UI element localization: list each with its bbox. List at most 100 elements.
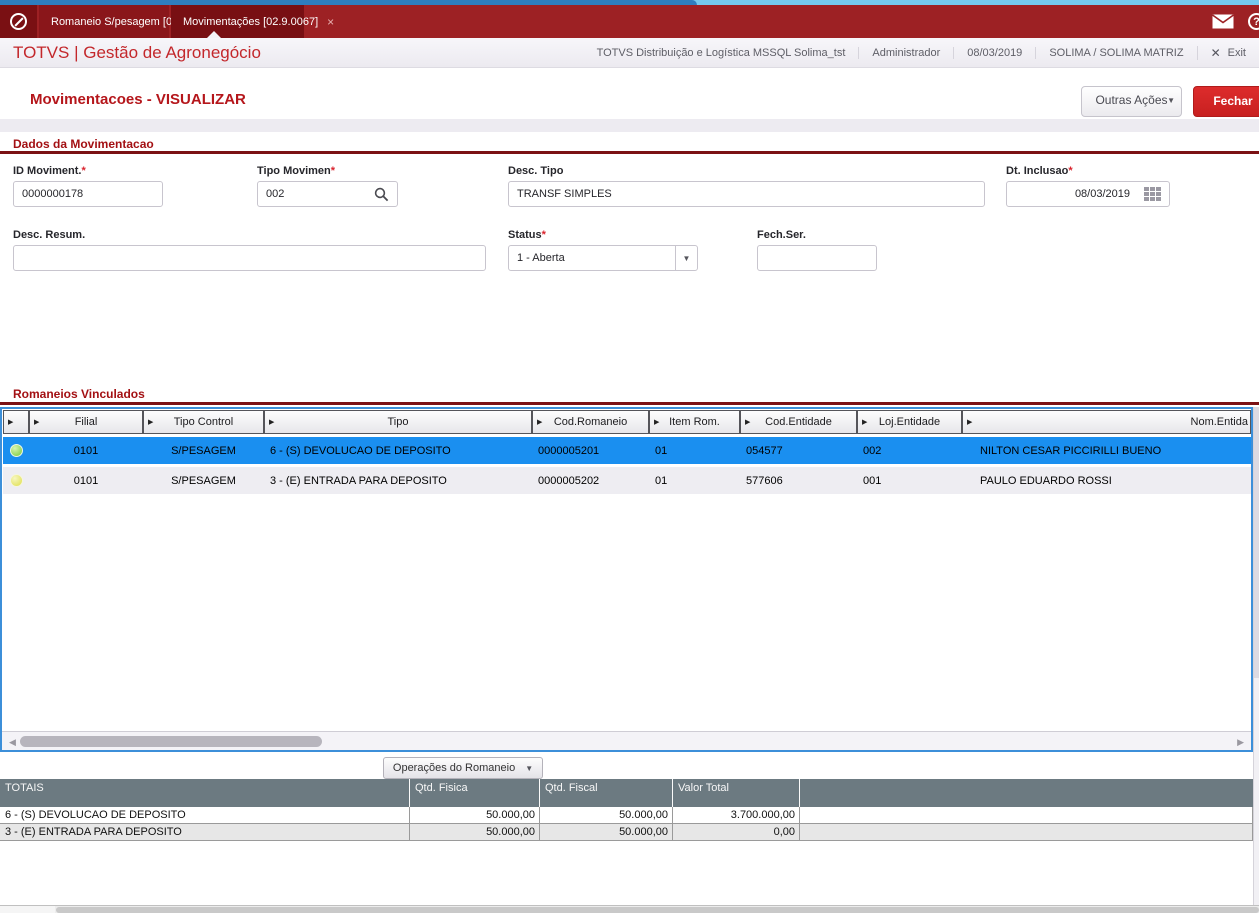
grid-header-loj-entidade[interactable]: ▶ Loj.Entidade: [857, 410, 962, 434]
title-divider-band: [0, 119, 1259, 132]
cell-filial: 0101: [73, 474, 99, 487]
cell-cod-romaneio: 0000005201: [538, 444, 600, 457]
totals-row: 3 - (E) ENTRADA PARA DEPOSITO 50.000,00 …: [0, 824, 1253, 841]
cell-loj-entidade: 001: [863, 474, 882, 487]
grid-header-expander[interactable]: ▶: [3, 410, 29, 434]
cell-nom-entidade: PAULO EDUARDO ROSSI: [980, 474, 1112, 487]
cell-cod-entidade: 054577: [746, 444, 783, 457]
table-row[interactable]: 0101 S/PESAGEM 3 - (E) ENTRADA PARA DEPO…: [3, 467, 1251, 494]
app-header: TOTVS | Gestão de Agronegócio TOTVS Dist…: [0, 38, 1259, 68]
totvs-app-window: Romaneio S/pesagem [02.9.0067] × Movimen…: [0, 0, 1259, 913]
grid-header-item-rom[interactable]: ▶ Item Rom.: [649, 410, 740, 434]
desc-resum-input[interactable]: [14, 246, 485, 270]
grid-horizontal-scrollbar[interactable]: ◀ ▶: [2, 731, 1251, 750]
cell-cod-entidade: 577606: [746, 474, 783, 487]
romaneios-grid: ▶ ▶ Filial ▶ Tipo Control ▶ Tipo ▶ Cod.Roman…: [0, 407, 1253, 752]
totals-header-fisica: Qtd. Fisica: [410, 779, 540, 807]
status-selected-value: 1 - Aberta: [517, 252, 565, 264]
fechar-button[interactable]: Fechar: [1193, 86, 1259, 117]
help-icon[interactable]: ?: [1248, 13, 1259, 30]
totals-header-totais: TOTAIS: [0, 779, 410, 807]
scroll-left-icon[interactable]: ◀: [9, 737, 16, 748]
user-label: Administrador: [858, 46, 953, 59]
tipo-movimen-input[interactable]: [258, 182, 374, 206]
column-arrow-icon: ▶: [148, 419, 154, 426]
desc-tipo-input[interactable]: [509, 182, 984, 206]
section-title-dados: Dados da Movimentacao: [13, 137, 154, 151]
table-row[interactable]: 0101 S/PESAGEM 6 - (S) DEVOLUCAO DE DEPO…: [3, 437, 1251, 464]
grid-header-tipo[interactable]: ▶ Tipo: [264, 410, 532, 434]
desc-resum-field-box: [13, 245, 486, 271]
totals-header-row: TOTAIS Qtd. Fisica Qtd. Fiscal Valor Tot…: [0, 779, 1253, 807]
fech-ser-input[interactable]: [758, 246, 876, 270]
column-arrow-icon: ▶: [862, 419, 868, 426]
exit-x-icon: ✕: [1210, 45, 1221, 60]
desc-resum-label: Desc. Resum.: [13, 229, 86, 241]
totvs-logo-icon: [10, 13, 27, 30]
id-moviment-field-box: [13, 181, 163, 207]
company-label: SOLIMA / SOLIMA MATRIZ: [1035, 46, 1196, 59]
chevron-down-icon: ▼: [1167, 96, 1175, 105]
totals-qtd-fisica: 50.000,00: [410, 807, 540, 824]
scrollbar-corner: [0, 906, 55, 913]
close-icon[interactable]: ×: [327, 16, 334, 28]
dt-inclusao-input[interactable]: [1007, 182, 1144, 206]
cell-tipo-control: S/PESAGEM: [171, 474, 236, 487]
section-rule: [0, 402, 1259, 405]
totals-valor-total: 3.700.000,00: [673, 807, 800, 824]
mail-icon[interactable]: [1212, 14, 1234, 29]
totals-qtd-fiscal: 50.000,00: [540, 824, 673, 841]
column-arrow-icon: ▶: [537, 419, 543, 426]
status-select[interactable]: 1 - Aberta ▼: [508, 245, 698, 271]
tipo-movimen-field-box: [257, 181, 398, 207]
column-arrow-icon: ▶: [8, 419, 14, 426]
cell-tipo: 3 - (E) ENTRADA PARA DEPOSITO: [270, 474, 447, 487]
cell-item-rom: 01: [655, 474, 668, 487]
outras-acoes-button[interactable]: Outras Ações ▼: [1081, 86, 1182, 117]
grid-header-cod-romaneio[interactable]: ▶ Cod.Romaneio: [532, 410, 649, 434]
tab-movimentacoes-active[interactable]: Movimentações [02.9.0067] ×: [171, 5, 334, 38]
cell-tipo-control: S/PESAGEM: [171, 444, 236, 457]
environment-label: TOTVS Distribuição e Logística MSSQL Sol…: [596, 46, 846, 59]
column-arrow-icon: ▶: [654, 419, 660, 426]
grid-header-nom-entidade[interactable]: ▶ Nom.Entida: [962, 410, 1251, 434]
scrollbar-thumb[interactable]: [56, 907, 1259, 913]
grid-header-filial[interactable]: ▶ Filial: [29, 410, 143, 434]
fech-ser-label: Fech.Ser.: [757, 229, 806, 241]
column-arrow-icon: ▶: [967, 419, 973, 426]
grid-header-cod-entidade[interactable]: ▶ Cod.Entidade: [740, 410, 857, 434]
tab-romaneio-spesagem[interactable]: Romaneio S/pesagem [02.9.0067] ×: [39, 5, 234, 38]
search-icon[interactable]: [374, 187, 389, 202]
page-horizontal-scrollbar[interactable]: [0, 905, 1259, 913]
section-rule: [0, 151, 1259, 154]
scrollbar-thumb[interactable]: [20, 736, 322, 747]
status-label: Status*: [508, 229, 546, 241]
tab-bar: Romaneio S/pesagem [02.9.0067] × Movimen…: [0, 5, 1259, 38]
totals-header-valor: Valor Total: [673, 779, 800, 807]
chevron-down-icon[interactable]: ▼: [675, 246, 697, 270]
column-arrow-icon: ▶: [745, 419, 751, 426]
cell-item-rom: 01: [655, 444, 668, 457]
page-vertical-scrollbar[interactable]: [1253, 407, 1259, 905]
dt-inclusao-label: Dt. Inclusao*: [1006, 165, 1073, 177]
totals-qtd-fiscal: 50.000,00: [540, 807, 673, 824]
exit-button[interactable]: ✕ Exit: [1196, 45, 1259, 60]
scrollbar-thumb[interactable]: [1254, 407, 1259, 678]
column-arrow-icon: ▶: [269, 419, 275, 426]
app-menu-button[interactable]: [0, 5, 37, 38]
cell-nom-entidade: NILTON CESAR PICCIRILLI BUENO: [980, 444, 1162, 457]
totals-label: 3 - (E) ENTRADA PARA DEPOSITO: [0, 824, 410, 841]
active-tab-notch: [206, 31, 221, 38]
cell-cod-romaneio: 0000005202: [538, 474, 600, 487]
scroll-right-icon[interactable]: ▶: [1237, 737, 1244, 748]
desc-tipo-label: Desc. Tipo: [508, 165, 564, 177]
tab-label: Movimentações [02.9.0067]: [183, 15, 319, 28]
id-moviment-input[interactable]: [14, 182, 162, 206]
column-arrow-icon: ▶: [34, 419, 40, 426]
grid-header-tipo-control[interactable]: ▶ Tipo Control: [143, 410, 264, 434]
section-title-romaneios: Romaneios Vinculados: [13, 387, 145, 401]
calendar-icon[interactable]: [1144, 186, 1161, 202]
fech-ser-field-box: [757, 245, 877, 271]
operacoes-romaneio-button[interactable]: Operações do Romaneio ▼: [383, 757, 543, 779]
totals-qtd-fisica: 50.000,00: [410, 824, 540, 841]
